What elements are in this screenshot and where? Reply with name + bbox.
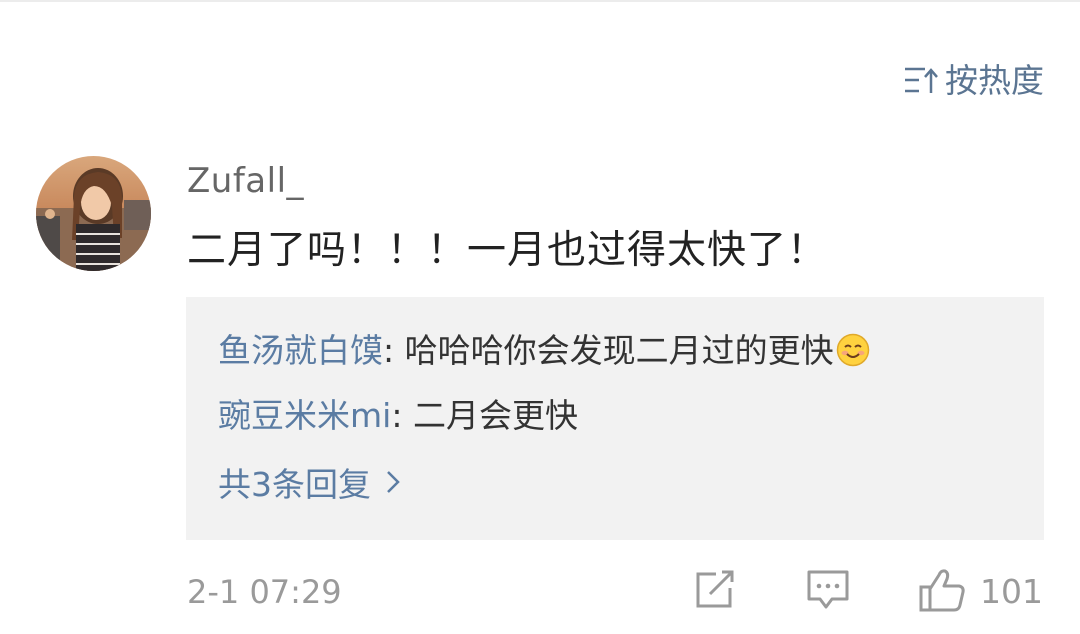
comment-bubble-icon	[806, 569, 850, 615]
avatar[interactable]	[36, 156, 151, 271]
reply-separator: :	[391, 396, 413, 435]
like-button[interactable]: 101	[918, 567, 1043, 617]
sort-by-hot-button[interactable]: 按热度	[903, 56, 1044, 104]
reply-item[interactable]: 豌豆米米mi: 二月会更快	[218, 394, 578, 438]
reply-text: 二月会更快	[412, 396, 578, 435]
comment-screen: 按热度 Zufall_ 二月了吗！！！一月也过得太快了！ 鱼汤就白馍: 哈哈哈你…	[0, 0, 1080, 634]
like-count: 101	[980, 572, 1043, 611]
sort-label: 按热度	[945, 60, 1044, 100]
reply-username[interactable]: 豌豆米米mi	[218, 396, 391, 435]
reply-username[interactable]: 鱼汤就白馍	[218, 331, 383, 370]
comment-timestamp: 2-1 07:29	[187, 573, 342, 611]
reply-text: 哈哈哈你会发现二月过的更快	[404, 331, 834, 370]
reply-item[interactable]: 鱼汤就白馍: 哈哈哈你会发现二月过的更快	[218, 329, 870, 378]
smile-emoji-icon	[836, 333, 870, 378]
share-edit-icon	[694, 570, 736, 614]
comment-text: 二月了吗！！！一月也过得太快了！	[187, 228, 828, 273]
reply-separator: :	[383, 331, 405, 370]
sort-icon	[903, 63, 939, 97]
reply-button[interactable]	[806, 570, 850, 614]
thumbs-up-icon	[918, 567, 966, 617]
top-divider	[0, 0, 1080, 2]
view-all-replies-link[interactable]: 共3条回复	[218, 463, 401, 507]
more-replies-label: 共3条回复	[218, 465, 371, 504]
reply-preview-box[interactable]: 鱼汤就白馍: 哈哈哈你会发现二月过的更快 豌豆米米mi: 二月会更快 共3条回复	[186, 297, 1044, 540]
chevron-right-icon	[385, 463, 401, 507]
share-button[interactable]	[694, 570, 736, 614]
username[interactable]: Zufall_	[187, 160, 304, 202]
